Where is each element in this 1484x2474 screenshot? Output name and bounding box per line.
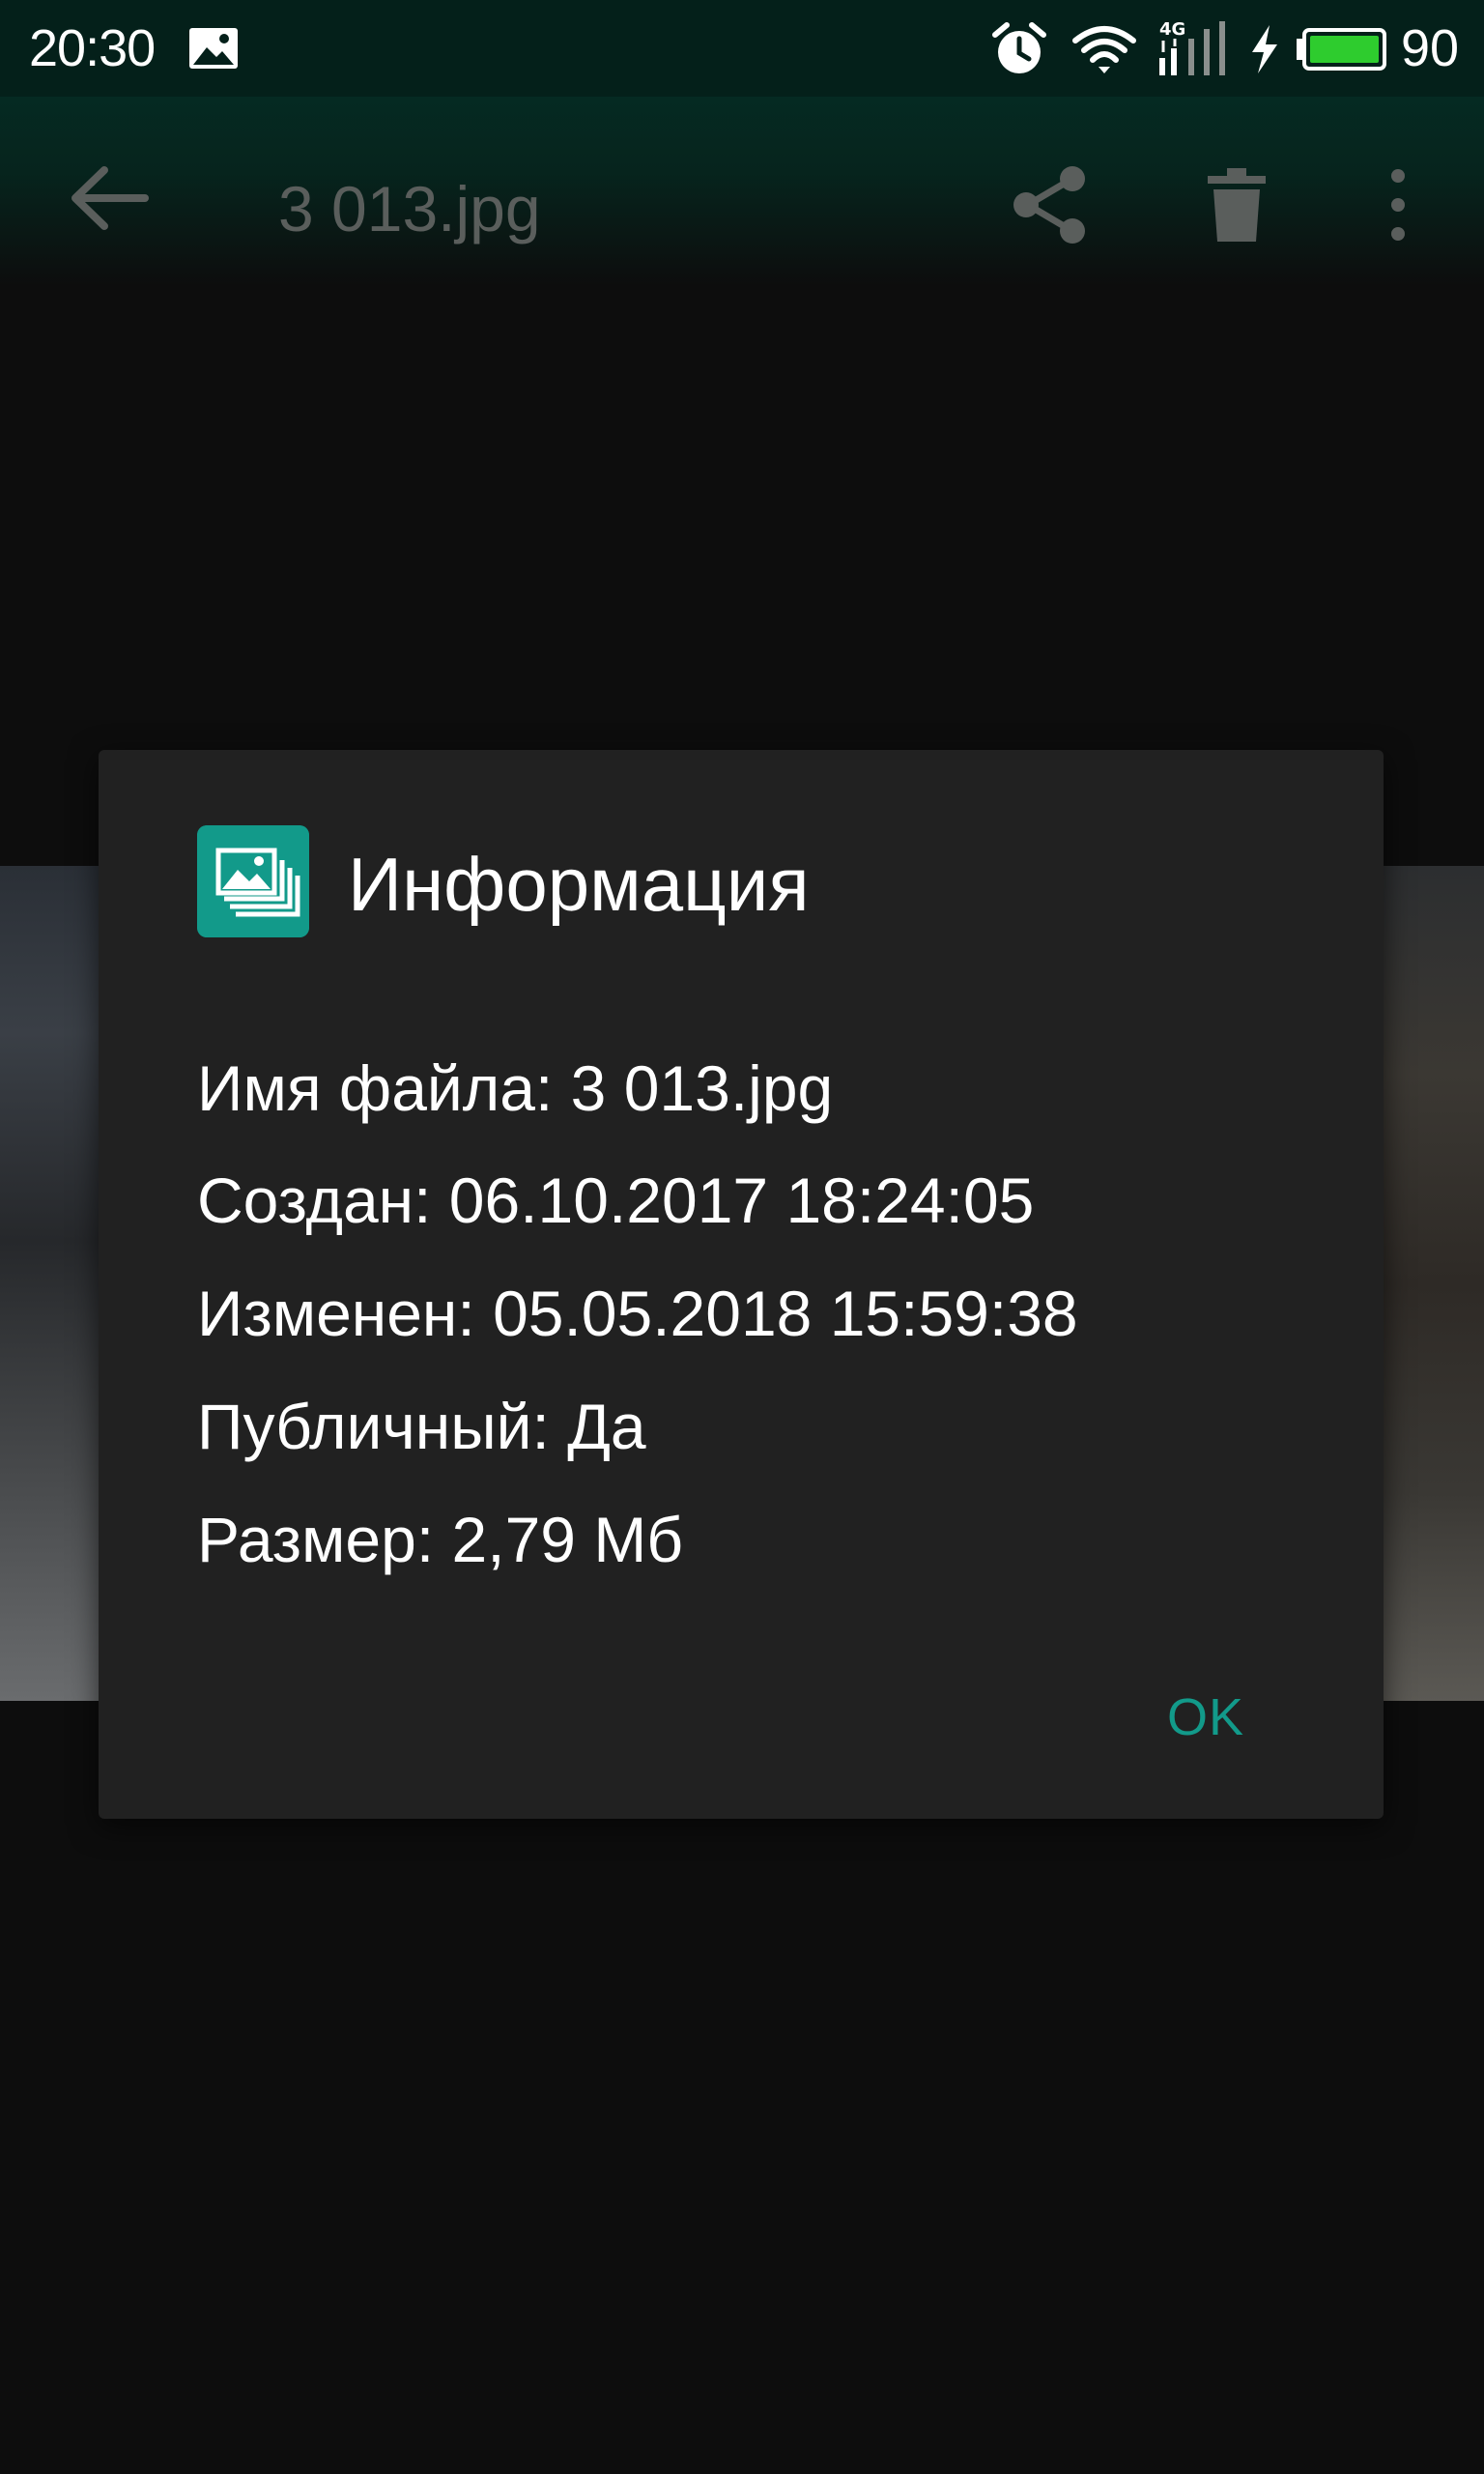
signal-icon: 4G	[1159, 19, 1225, 75]
info-value: 2,79 Мб	[451, 1504, 684, 1575]
status-time: 20:30	[29, 19, 156, 77]
info-dialog: Информация Имя файла: 3 013.jpg Создан: …	[99, 750, 1384, 1819]
charging-icon	[1252, 25, 1277, 73]
info-value: 06.10.2017 18:24:05	[448, 1165, 1035, 1236]
info-file-name: Имя файла: 3 013.jpg	[197, 1051, 833, 1125]
more-vert-icon[interactable]	[1384, 166, 1413, 244]
info-value: 05.05.2018 15:59:38	[493, 1278, 1078, 1349]
info-modified: Изменен: 05.05.2018 15:59:38	[197, 1277, 1078, 1350]
svg-text:4G: 4G	[1159, 19, 1185, 40]
dialog-title: Информация	[348, 842, 810, 927]
share-icon[interactable]	[1011, 164, 1090, 245]
info-value: 3 013.jpg	[570, 1052, 834, 1124]
battery-icon	[1297, 28, 1386, 71]
info-size: Размер: 2,79 Мб	[197, 1503, 683, 1576]
photo-preview-left	[0, 866, 100, 1701]
screen: 20:30 4G 90 3 013.jpg Информация Имя фай…	[0, 0, 1484, 2474]
info-public: Публичный: Да	[197, 1390, 646, 1463]
status-bar: 20:30 4G 90	[0, 0, 1484, 97]
battery-level: 90	[1401, 19, 1460, 77]
toolbar-title: 3 013.jpg	[278, 173, 541, 245]
info-created: Создан: 06.10.2017 18:24:05	[197, 1164, 1034, 1237]
photo-preview-right	[1384, 866, 1484, 1701]
info-label: Публичный:	[197, 1391, 550, 1462]
ok-button[interactable]: OK	[1159, 1680, 1252, 1755]
back-arrow-icon[interactable]	[68, 164, 151, 232]
photos-stack-icon	[197, 825, 309, 937]
info-value: Да	[567, 1391, 646, 1462]
info-label: Изменен:	[197, 1278, 475, 1349]
delete-icon[interactable]	[1206, 166, 1268, 244]
gallery-icon	[189, 28, 238, 69]
wifi-icon	[1072, 26, 1136, 73]
toolbar: 3 013.jpg	[0, 97, 1484, 286]
info-label: Создан:	[197, 1165, 432, 1236]
info-label: Имя файла:	[197, 1052, 554, 1124]
alarm-icon	[992, 22, 1046, 73]
info-label: Размер:	[197, 1504, 435, 1575]
